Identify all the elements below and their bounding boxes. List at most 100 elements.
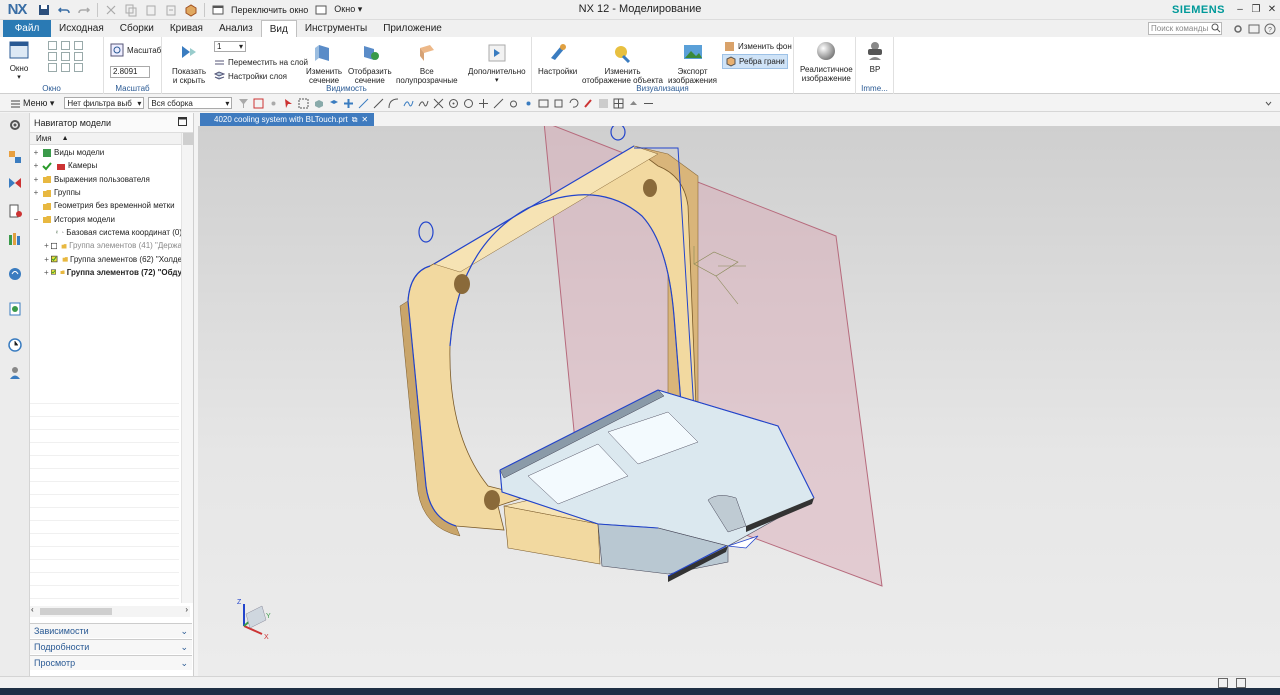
- scroll-left-icon[interactable]: ‹: [31, 605, 34, 614]
- settings-icon[interactable]: [1232, 23, 1244, 35]
- face-edges-toggle[interactable]: Ребра грани: [722, 54, 788, 69]
- box-select-icon[interactable]: [298, 98, 309, 109]
- scope-select[interactable]: Вся сборка ▾: [148, 97, 233, 109]
- document-tab[interactable]: 4020 cooling system with BLTouch.prt ⧉ ✕: [200, 113, 374, 126]
- edit-object-display-button[interactable]: Изменить отображение объекта: [582, 42, 663, 85]
- undo-icon[interactable]: [57, 3, 71, 17]
- tab-view[interactable]: Вид: [260, 20, 297, 37]
- edit-section-button[interactable]: Изменить сечение: [306, 42, 342, 85]
- settings-icon[interactable]: [7, 117, 23, 133]
- paste-special-icon[interactable]: [164, 3, 178, 17]
- constraint-navigator-icon[interactable]: [7, 175, 23, 191]
- circle-center-icon[interactable]: [448, 98, 459, 109]
- tab-tools[interactable]: Инструменты: [297, 20, 375, 37]
- line2-icon[interactable]: [373, 98, 384, 109]
- part-navigator-icon[interactable]: [7, 203, 23, 219]
- change-background-button[interactable]: Изменить фон: [724, 41, 792, 52]
- maximize-icon[interactable]: [178, 117, 187, 128]
- scale-button[interactable]: Масштаб: [110, 43, 161, 57]
- navigator-horizontal-scrollbar[interactable]: ‹ ›: [30, 605, 190, 617]
- menu-button[interactable]: Меню ▾: [8, 98, 54, 109]
- line-icon[interactable]: [358, 98, 369, 109]
- layer-select[interactable]: 1 ▾: [214, 41, 246, 52]
- mounting-hole[interactable]: [484, 490, 500, 510]
- export-image-button[interactable]: Экспорт изображения: [668, 42, 717, 85]
- search-icon[interactable]: [1211, 23, 1221, 33]
- type-filter-select[interactable]: Нет фильтра выб ▾: [64, 97, 145, 109]
- dimension-icon[interactable]: [643, 98, 654, 109]
- close-tab-icon[interactable]: ✕: [361, 115, 368, 124]
- tree-item-feature-group-41[interactable]: + Группа элементов (41) "Держа: [32, 239, 182, 252]
- minimize-button[interactable]: –: [1232, 1, 1248, 17]
- redo-icon[interactable]: [77, 3, 91, 17]
- render-style-icon[interactable]: [598, 98, 609, 109]
- all-transparent-button[interactable]: Все полупрозрачные: [396, 42, 458, 85]
- assembly-navigator-icon[interactable]: [7, 149, 23, 165]
- body-icon[interactable]: [313, 98, 324, 109]
- show-section-button[interactable]: Отобразить сечение: [348, 42, 392, 85]
- graphics-window[interactable]: Z X Y: [198, 126, 1280, 676]
- view-layout-grid[interactable]: [48, 41, 85, 72]
- tab-assemblies[interactable]: Сборки: [112, 20, 162, 37]
- move-to-layer-button[interactable]: Переместить на слой: [214, 57, 308, 68]
- point-on-icon[interactable]: [523, 98, 534, 109]
- layout-grid-icon[interactable]: [613, 98, 624, 109]
- copy-icon[interactable]: [124, 3, 138, 17]
- spline-icon[interactable]: [418, 98, 429, 109]
- more-visibility-button[interactable]: Дополнительно ▾: [468, 42, 526, 85]
- tree-item-groups[interactable]: + Группы: [32, 186, 182, 199]
- ribbon-options-icon[interactable]: [1263, 98, 1274, 109]
- tree-item-unused-geometry[interactable]: Геометрия без временной метки: [32, 199, 182, 212]
- cursor-icon[interactable]: [283, 98, 294, 109]
- paste-icon[interactable]: [144, 3, 158, 17]
- filter-icon[interactable]: [238, 98, 249, 109]
- tree-item-feature-group-62[interactable]: + Группа элементов (62) "Холде: [32, 252, 182, 265]
- switch-window-icon[interactable]: [211, 3, 225, 17]
- fit-icon[interactable]: [553, 98, 564, 109]
- help-icon[interactable]: ?: [1264, 23, 1276, 35]
- part-icon[interactable]: [184, 3, 198, 17]
- point-icon[interactable]: [268, 98, 279, 109]
- navigator-vertical-scrollbar[interactable]: [181, 133, 193, 603]
- cut-icon[interactable]: [104, 3, 118, 17]
- layout-icon[interactable]: [1248, 23, 1260, 35]
- visualization-settings-button[interactable]: Настройки: [538, 42, 577, 76]
- preview-panel[interactable]: Просмотр ⌄: [30, 655, 192, 670]
- diagonal-icon[interactable]: [493, 98, 504, 109]
- history-palette-icon[interactable]: [7, 301, 23, 317]
- checkbox-checked-icon[interactable]: [55, 227, 59, 237]
- rotate-icon[interactable]: [568, 98, 579, 109]
- tree-item-model-views[interactable]: + Виды модели: [32, 146, 182, 159]
- select-icon[interactable]: [253, 98, 264, 109]
- layer-settings-button[interactable]: Настройки слоя: [214, 71, 287, 82]
- column-header-name[interactable]: Имя ▲: [30, 133, 193, 145]
- view-icon[interactable]: [538, 98, 549, 109]
- tree-item-datum-csys[interactable]: Базовая система координат (0): [32, 226, 182, 239]
- checkbox-checked-icon[interactable]: [51, 254, 58, 264]
- clock-icon[interactable]: [7, 337, 23, 353]
- checkbox-unchecked-icon[interactable]: [50, 241, 57, 251]
- tree-item-user-expressions[interactable]: + Выражения пользователя: [32, 173, 182, 186]
- details-panel[interactable]: Подробности ⌄: [30, 639, 192, 654]
- checkbox-checked-icon[interactable]: [50, 267, 56, 277]
- curve-icon[interactable]: [403, 98, 414, 109]
- tab-application[interactable]: Приложение: [375, 20, 450, 37]
- snap-icon[interactable]: [343, 98, 354, 109]
- tab-file[interactable]: Файл: [3, 20, 51, 37]
- layout-icon[interactable]: [1218, 678, 1228, 688]
- face-icon[interactable]: [328, 98, 339, 109]
- realistic-image-button[interactable]: Реалистичное изображение: [800, 40, 853, 83]
- mounting-hole[interactable]: [454, 274, 470, 294]
- tree-item-model-history[interactable]: − История модели: [32, 212, 182, 225]
- save-icon[interactable]: [37, 3, 51, 17]
- tree-item-cameras[interactable]: + Камеры: [32, 159, 182, 172]
- restore-button[interactable]: ❐: [1248, 1, 1264, 17]
- orient-icon[interactable]: [628, 98, 639, 109]
- switch-window-button[interactable]: Переключить окно: [231, 5, 308, 15]
- scroll-right-icon[interactable]: ›: [185, 605, 188, 614]
- window-button[interactable]: Окно ▾: [8, 39, 30, 82]
- vr-button[interactable]: ВР: [864, 40, 886, 74]
- circle-icon[interactable]: [463, 98, 474, 109]
- dependencies-panel[interactable]: Зависимости ⌄: [30, 623, 192, 638]
- intersection-icon[interactable]: [433, 98, 444, 109]
